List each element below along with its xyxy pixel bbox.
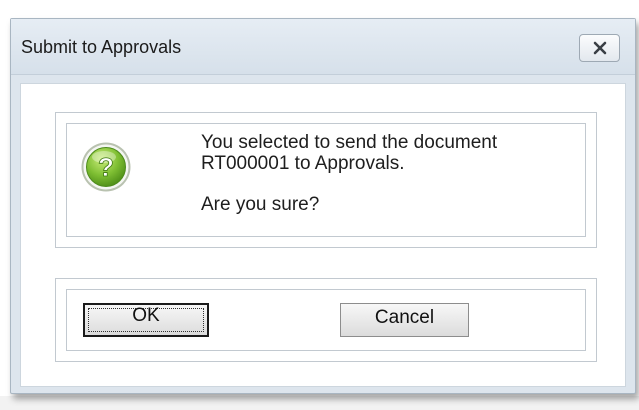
dialog-body: ? You selected to send the document RT00… — [20, 83, 626, 387]
submit-approvals-dialog: Submit to Approvals ? You selected to se… — [10, 18, 636, 394]
close-icon — [593, 41, 606, 55]
dialog-titlebar[interactable]: Submit to Approvals — [11, 19, 635, 75]
message-text: You selected to send the document RT0000… — [201, 132, 581, 215]
page-background-strip — [0, 396, 639, 410]
cancel-button[interactable]: Cancel — [340, 303, 469, 337]
message-panel: ? You selected to send the document RT00… — [66, 123, 586, 237]
dialog-title: Submit to Approvals — [21, 37, 182, 57]
close-button[interactable] — [579, 34, 620, 62]
message-line-1: You selected to send the document — [201, 132, 498, 153]
message-line-2: RT000001 to Approvals. — [201, 153, 405, 174]
question-glyph: ? — [98, 152, 114, 182]
ok-button[interactable]: OK — [83, 303, 209, 337]
message-frame: ? You selected to send the document RT00… — [55, 112, 597, 248]
confirm-question: Are you sure? — [201, 194, 320, 215]
button-frame: OK Cancel — [55, 278, 597, 362]
ok-label: OK — [132, 305, 160, 326]
cancel-label: Cancel — [374, 307, 435, 328]
question-icon: ? — [81, 142, 131, 192]
button-panel: OK Cancel — [66, 289, 586, 351]
